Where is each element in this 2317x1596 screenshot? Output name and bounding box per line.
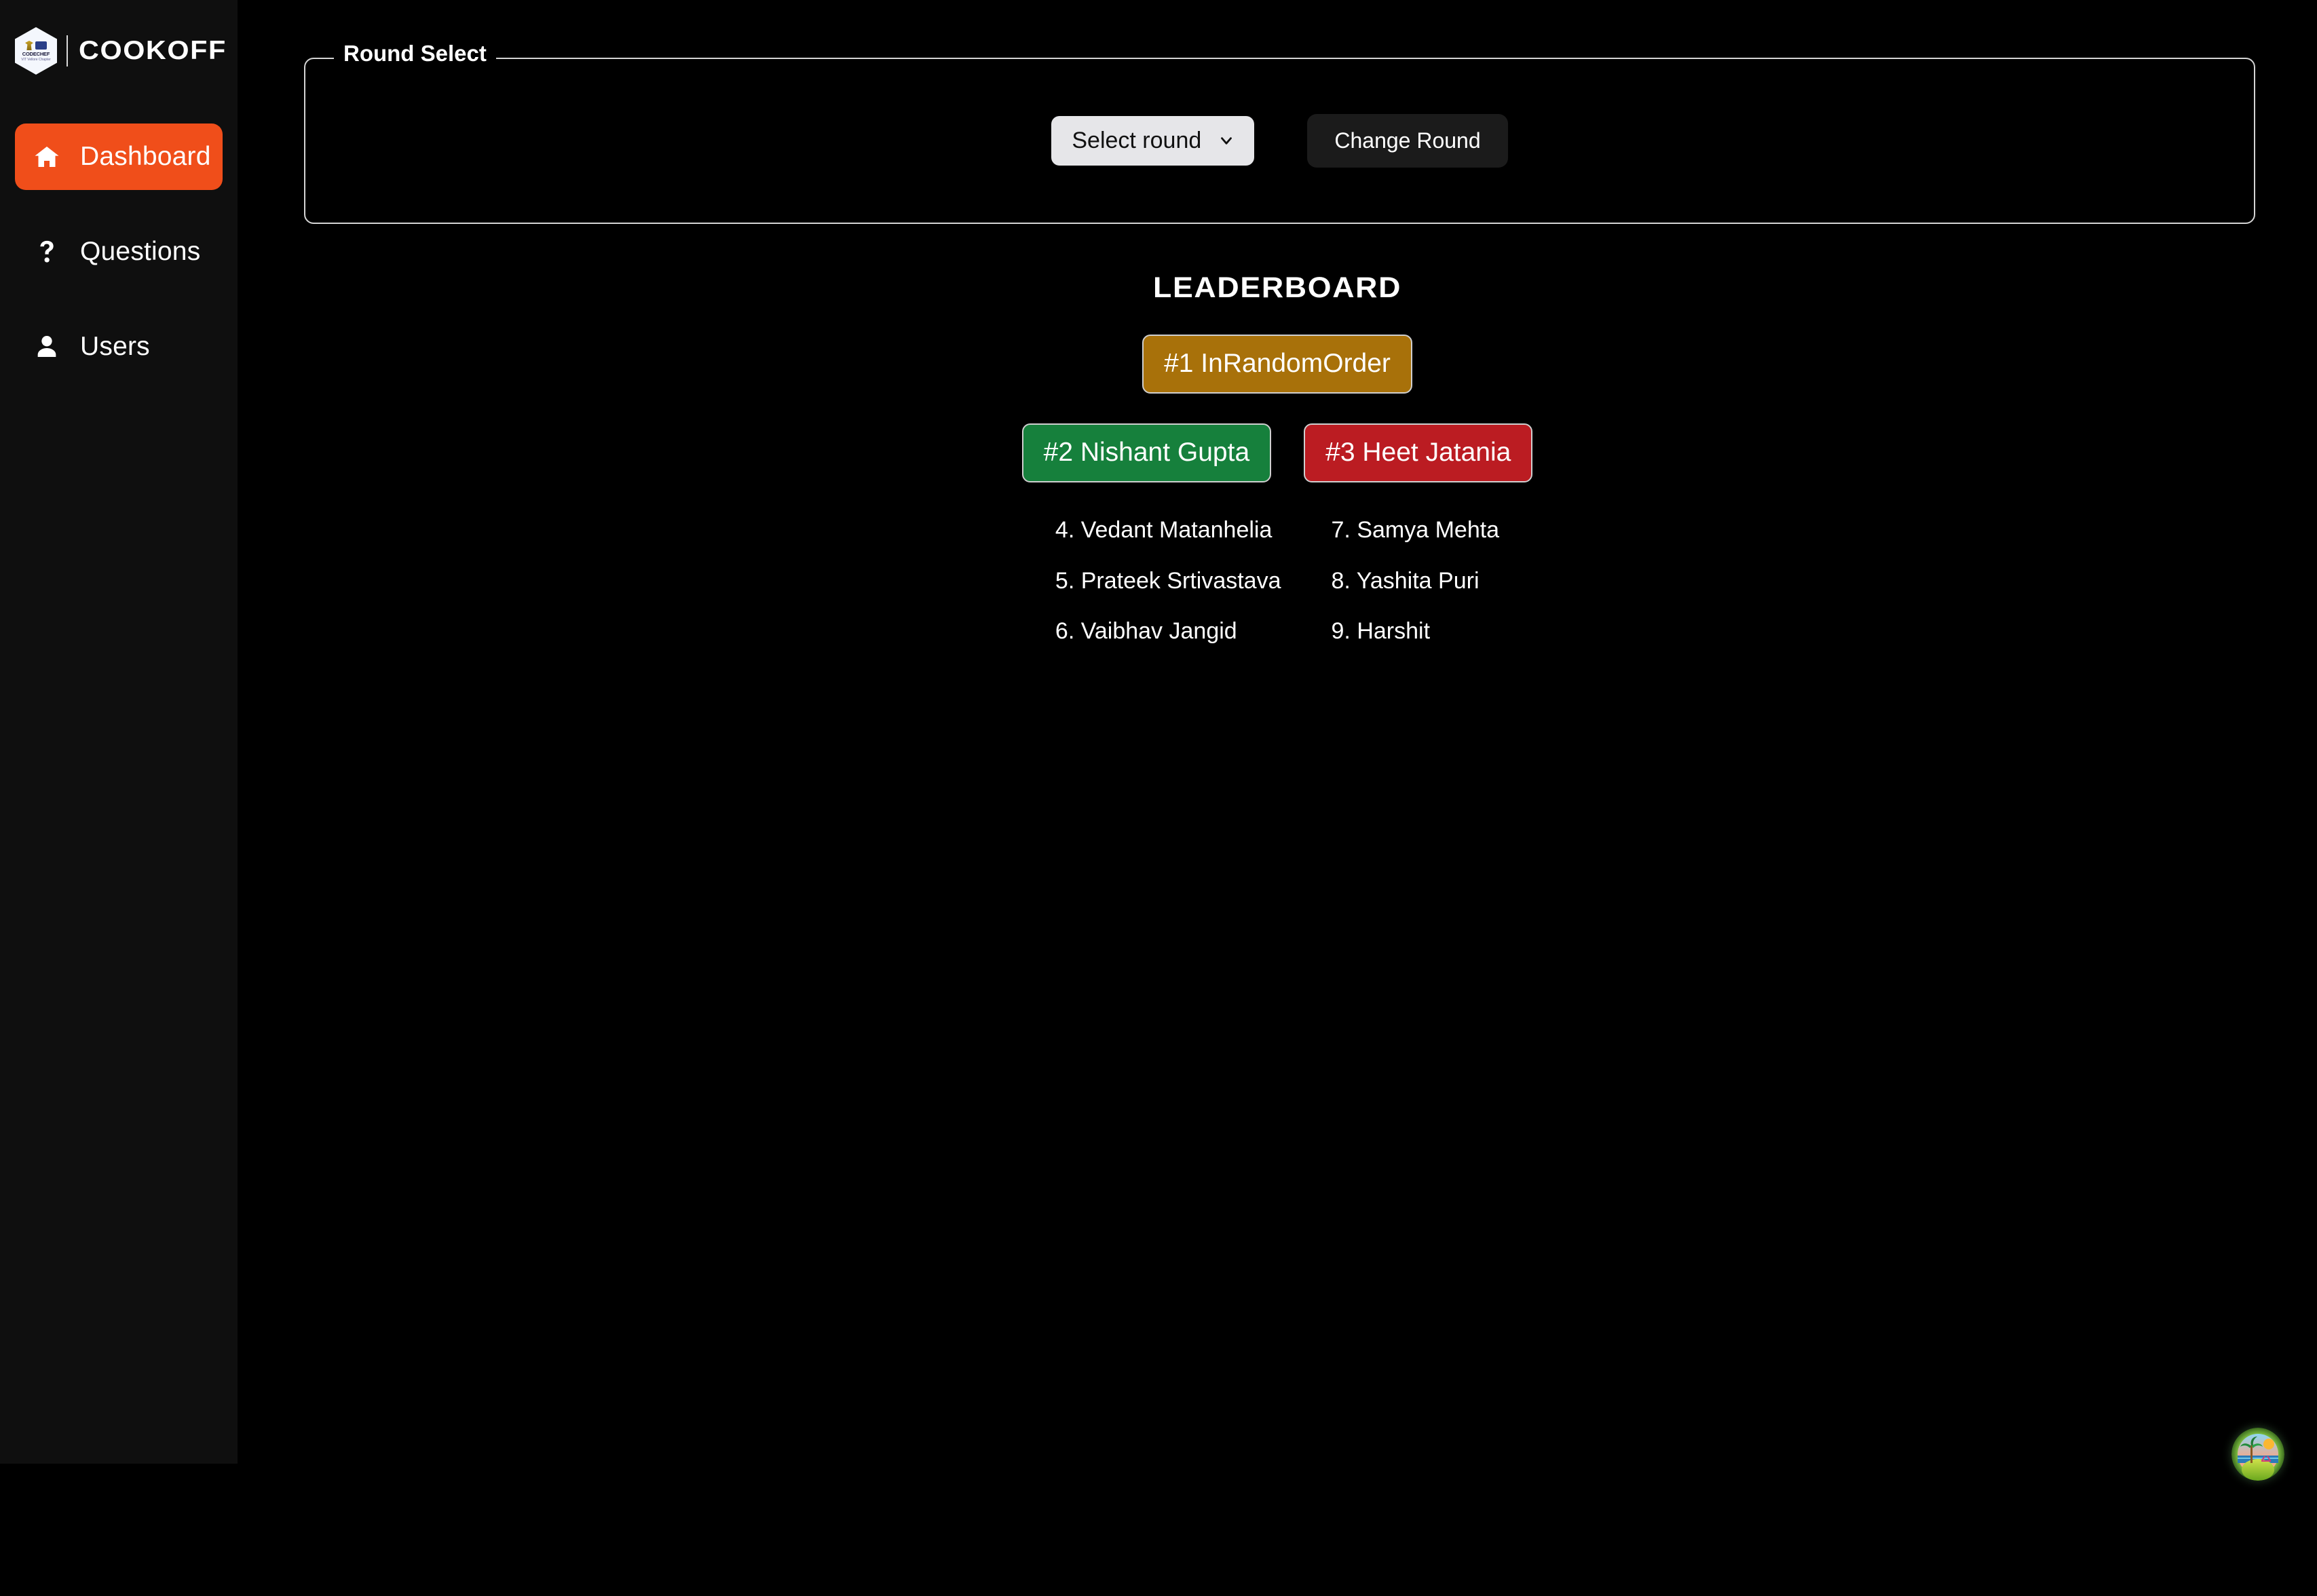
round-controls: Select round Change Round bbox=[1051, 113, 1508, 168]
app-root: CODECHEF VIT Vellore Chapter COOKOFF Das… bbox=[0, 0, 2317, 1596]
round-select-input[interactable]: Select round bbox=[1051, 115, 1255, 166]
list-item: 6. Vaibhav Jangid bbox=[1055, 618, 1237, 645]
sidebar-item-users[interactable]: Users bbox=[15, 314, 223, 380]
brand-divider bbox=[67, 35, 68, 66]
codechef-badge-icon: CODECHEF VIT Vellore Chapter bbox=[15, 27, 57, 75]
leaderboard-section: LEADERBOARD #1 InRandomOrder #2 Nishant … bbox=[238, 271, 2317, 645]
island-beach-icon[interactable] bbox=[2231, 1428, 2284, 1481]
round-select-panel: Round Select Select round Change Round bbox=[304, 41, 2255, 224]
sidebar-item-questions[interactable]: Questions bbox=[15, 218, 223, 285]
brand-wordmark: COOKOFF bbox=[79, 36, 227, 65]
sidebar-item-label: Users bbox=[80, 332, 150, 361]
leaderboard-rank-1[interactable]: #1 InRandomOrder bbox=[1142, 335, 1412, 394]
list-item: 7. Samya Mehta bbox=[1331, 516, 1500, 543]
leaderboard-others-list: 4. Vedant Matanhelia 7. Samya Mehta 5. P… bbox=[1055, 516, 1499, 645]
list-item: 8. Yashita Puri bbox=[1331, 567, 1480, 594]
sidebar-item-label: Questions bbox=[80, 237, 201, 266]
round-select-legend: Round Select bbox=[334, 41, 496, 66]
leaderboard-rank-3[interactable]: #3 Heet Jatania bbox=[1304, 423, 1533, 482]
user-icon bbox=[33, 333, 61, 360]
sidebar-item-dashboard[interactable]: Dashboard bbox=[15, 124, 223, 190]
sidebar-nav: Dashboard Questions Users bbox=[0, 124, 238, 380]
round-select-wrapper: Select round bbox=[1051, 115, 1255, 166]
badge-subtitle: VIT Vellore Chapter bbox=[21, 58, 51, 62]
list-item: 9. Harshit bbox=[1331, 618, 1431, 645]
list-item: 4. Vedant Matanhelia bbox=[1055, 516, 1273, 543]
home-icon bbox=[33, 143, 61, 170]
question-mark-icon bbox=[33, 238, 61, 265]
leaderboard-rank-2[interactable]: #2 Nishant Gupta bbox=[1021, 423, 1272, 482]
leaderboard-title: LEADERBOARD bbox=[1152, 271, 1402, 304]
leaderboard-podium-row: #2 Nishant Gupta #3 Heet Jatania bbox=[1021, 423, 1533, 482]
brand-logo[interactable]: CODECHEF VIT Vellore Chapter COOKOFF bbox=[0, 0, 238, 102]
list-item: 5. Prateek Srtivastava bbox=[1055, 567, 1281, 594]
sidebar: CODECHEF VIT Vellore Chapter COOKOFF Das… bbox=[0, 0, 238, 1464]
badge-title: CODECHEF bbox=[22, 51, 50, 57]
main-content: Round Select Select round Change Round L… bbox=[238, 0, 2317, 1596]
change-round-button[interactable]: Change Round bbox=[1307, 113, 1508, 168]
sidebar-item-label: Dashboard bbox=[80, 142, 211, 171]
